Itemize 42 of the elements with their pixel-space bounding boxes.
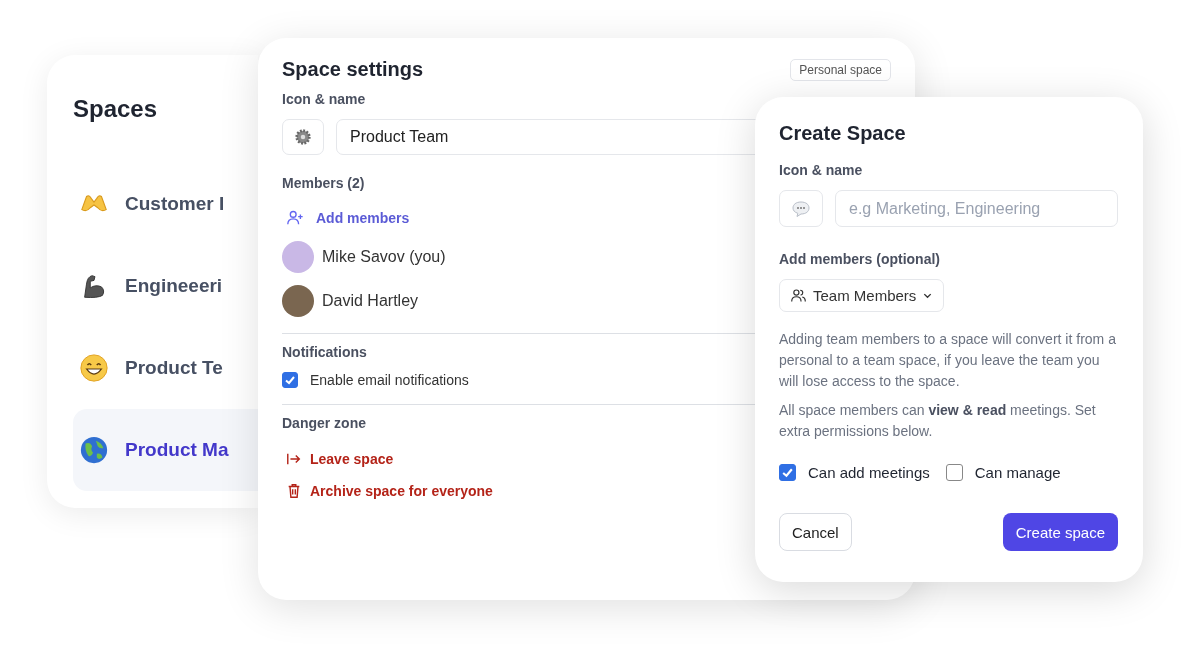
team-members-dropdown[interactable]: Team Members	[779, 279, 945, 312]
space-name: Engineeeri	[125, 275, 223, 297]
space-name: Customer I	[125, 193, 225, 215]
card-title: Space settings	[282, 58, 424, 81]
checkbox[interactable]	[282, 372, 298, 388]
icon-picker-button[interactable]	[282, 119, 324, 155]
leave-space-link[interactable]: Leave space	[282, 451, 891, 467]
member-name: David Hartley	[322, 292, 419, 310]
avatar	[282, 285, 314, 317]
personal-space-badge: Personal space	[790, 58, 891, 81]
archive-space-link[interactable]: Archive space for everyone	[282, 483, 891, 499]
trash-icon	[286, 483, 302, 499]
description-text: Adding team members to a space will convert it from a personal to a team space, if you leave the team you will lose access to the space.	[779, 330, 1117, 391]
cancel-button[interactable]: Cancel	[779, 513, 852, 551]
create-space-button[interactable]: Create space	[1002, 513, 1118, 551]
add-user-icon	[286, 209, 304, 227]
space-item[interactable]: Customer I	[73, 163, 258, 245]
checkbox-label: Enable email notifications	[310, 372, 469, 388]
section-label: Members (2)	[282, 175, 366, 191]
avatar	[282, 241, 314, 273]
space-item[interactable]: Engineeeri	[73, 245, 258, 327]
member-name: Mike Savov (you)	[322, 248, 446, 266]
grinning-face-icon	[79, 353, 109, 383]
checkbox-label: Can add meetings	[808, 464, 930, 481]
panel-title: Spaces	[73, 95, 159, 123]
space-item[interactable]: Product Te	[73, 327, 258, 409]
space-name: Product Ma	[125, 439, 229, 461]
field-label: Icon & name	[282, 91, 367, 107]
permissions-note: All space members can view & read meetings. Set extra permissions below.	[779, 401, 1097, 441]
checkbox[interactable]	[945, 464, 963, 481]
field-label: Icon & name	[779, 162, 864, 178]
gear-icon	[294, 128, 312, 146]
users-icon	[790, 287, 807, 304]
checkbox-label: Can manage	[974, 464, 1061, 481]
space-name: Product Te	[125, 357, 223, 379]
checkbox[interactable]	[779, 464, 796, 481]
exit-arrow-icon	[286, 451, 302, 467]
space-item[interactable]: Product Ma	[73, 409, 258, 491]
field-label: Add members (optional)	[779, 251, 941, 267]
space-name-field[interactable]: e.g Marketing, Engineering	[835, 190, 1118, 227]
speech-bubble-icon	[791, 198, 811, 219]
globe-icon	[79, 435, 109, 465]
